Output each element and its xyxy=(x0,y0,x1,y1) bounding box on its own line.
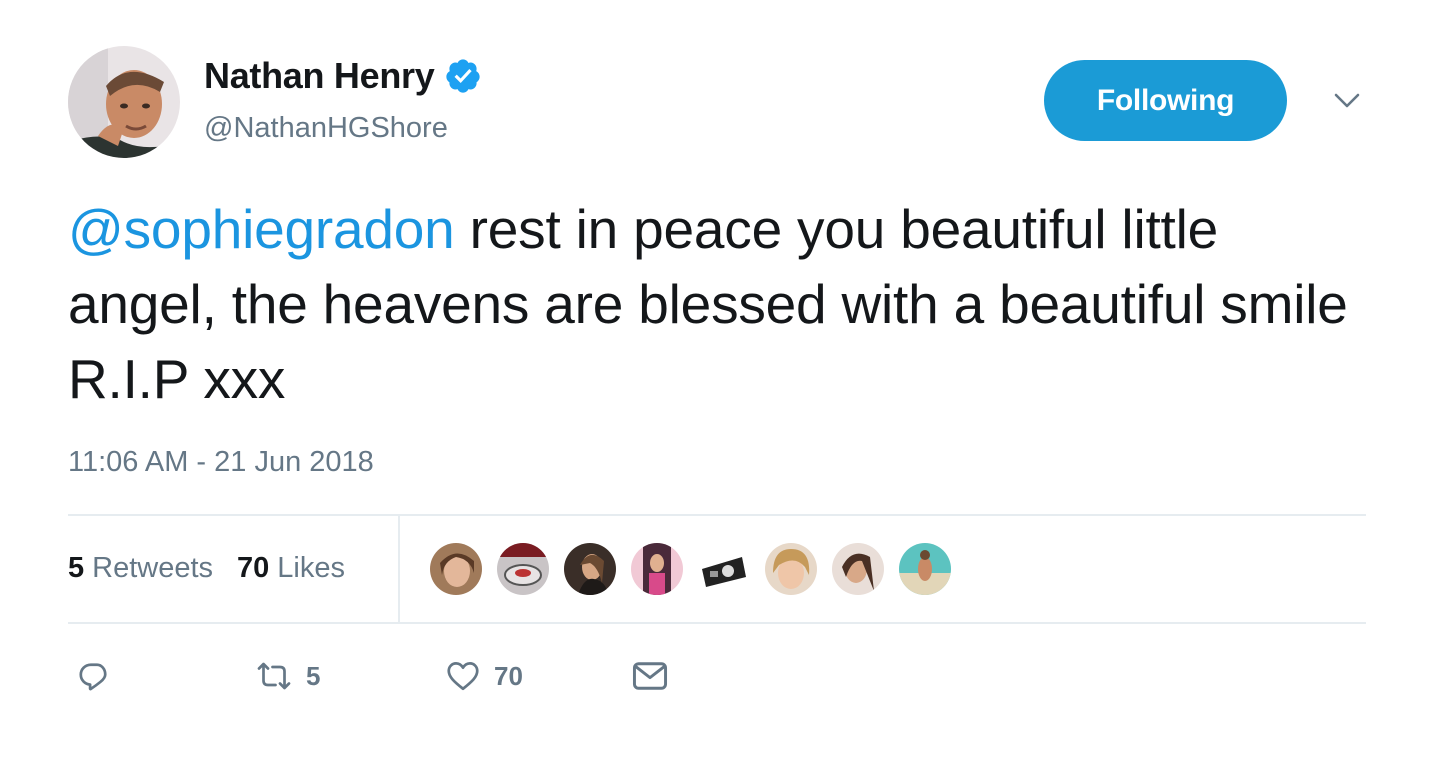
retweets-label: Retweets xyxy=(92,551,214,584)
retweet-count: 5 xyxy=(306,660,321,691)
reply-action[interactable] xyxy=(76,656,112,696)
liker-avatar[interactable] xyxy=(629,541,685,597)
author-avatar-image xyxy=(68,46,180,158)
author-display-name[interactable]: Nathan Henry xyxy=(204,55,435,97)
liker-avatar[interactable] xyxy=(897,541,953,597)
author-handle[interactable]: @NathanHGShore xyxy=(204,112,448,145)
tweet-card: Nathan Henry @NathanHGShore Following @s… xyxy=(0,0,1440,766)
like-action[interactable]: 70 xyxy=(444,656,523,696)
following-button[interactable]: Following xyxy=(1044,60,1287,141)
heart-icon xyxy=(447,662,479,691)
liker-avatar[interactable] xyxy=(830,541,886,597)
retweets-stat[interactable]: 5 Retweets xyxy=(68,552,213,585)
verified-badge-icon xyxy=(446,59,481,93)
divider xyxy=(68,622,1366,624)
envelope-icon xyxy=(632,662,668,690)
likes-label: Likes xyxy=(277,551,345,584)
liker-avatar[interactable] xyxy=(696,541,752,597)
divider xyxy=(68,514,1366,516)
liker-avatar[interactable] xyxy=(495,541,551,597)
liker-avatar[interactable] xyxy=(763,541,819,597)
direct-message-action[interactable] xyxy=(630,656,670,696)
retweet-action[interactable]: 5 xyxy=(254,656,320,696)
liker-avatar[interactable] xyxy=(428,541,484,597)
liker-avatar[interactable] xyxy=(562,541,618,597)
tweet-text: @sophiegradon rest in peace you beautifu… xyxy=(68,192,1368,417)
mention-link[interactable]: @sophiegradon xyxy=(68,198,455,260)
liker-avatars xyxy=(428,541,964,597)
like-count: 70 xyxy=(494,660,523,691)
retweets-count: 5 xyxy=(68,551,85,584)
tweet-stats: 5 Retweets 70 Likes xyxy=(68,548,369,588)
likes-stat[interactable]: 70 Likes xyxy=(237,552,345,585)
reply-icon xyxy=(79,663,107,691)
retweet-icon xyxy=(257,662,291,690)
likes-count: 70 xyxy=(237,551,270,584)
stats-divider xyxy=(398,516,400,622)
tweet-timestamp[interactable]: 11:06 AM - 21 Jun 2018 xyxy=(68,446,374,479)
chevron-down-icon[interactable] xyxy=(1332,90,1362,112)
author-name-row[interactable]: Nathan Henry xyxy=(204,54,482,98)
author-avatar[interactable] xyxy=(68,46,180,158)
